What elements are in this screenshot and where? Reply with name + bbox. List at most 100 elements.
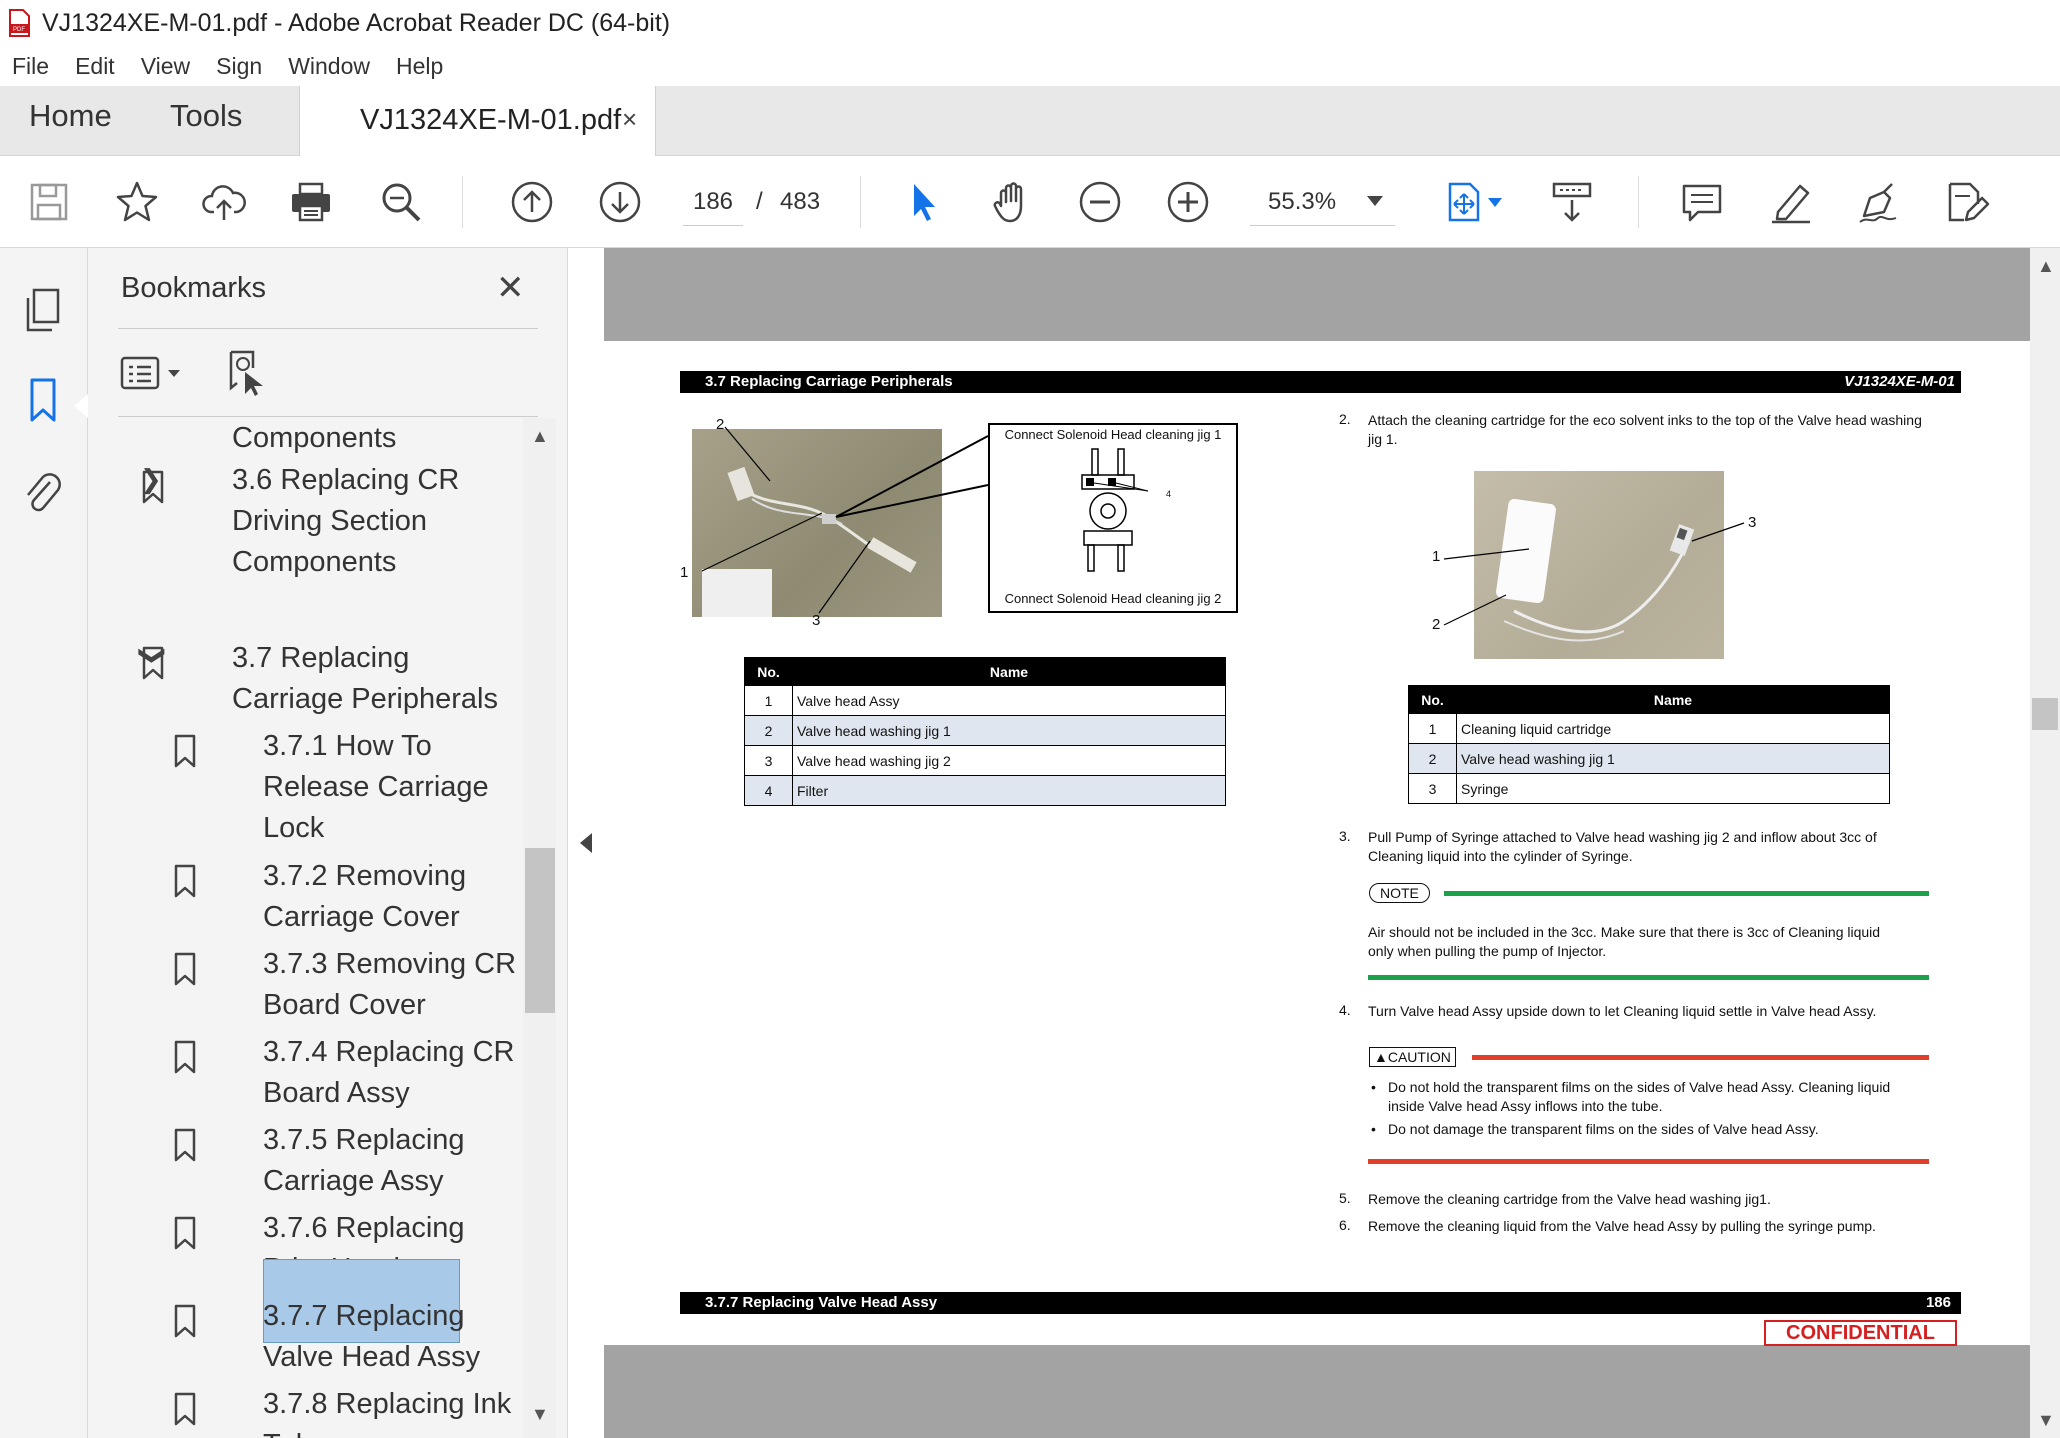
- tab-tools[interactable]: Tools: [170, 98, 242, 134]
- footer-section-title: 3.7.7 Replacing Valve Head Assy: [705, 1294, 938, 1311]
- scrollbar-thumb[interactable]: [525, 848, 555, 1013]
- highlight-icon[interactable]: [1766, 178, 1814, 226]
- scrollbar-thumb[interactable]: [2032, 698, 2058, 730]
- figure2-label-2: 2: [1432, 616, 1441, 633]
- sign-icon[interactable]: [1854, 178, 1902, 226]
- text-line: inside Valve head Assy inflows into the …: [1388, 1098, 1663, 1114]
- scroll-up-icon[interactable]: ▲: [531, 426, 549, 447]
- page-up-icon[interactable]: [508, 178, 556, 226]
- bookmark-ribbon-icon: [142, 646, 164, 680]
- scroll-mode-icon[interactable]: [1548, 178, 1596, 226]
- page-number-input[interactable]: 186: [683, 178, 743, 226]
- close-tab-icon[interactable]: ×: [622, 104, 637, 135]
- bookmark-label: Carriage Peripherals: [232, 683, 498, 715]
- print-icon[interactable]: [287, 178, 335, 226]
- note-divider-bottom: [1368, 975, 1929, 980]
- menu-file[interactable]: File: [12, 53, 49, 80]
- bookmark-item-3-7-5[interactable]: 3.7.5 Replacing Carriage Assy: [263, 1120, 465, 1202]
- bookmark-label: 3.7.1 How To: [263, 730, 432, 762]
- scroll-down-icon[interactable]: ▼: [2037, 1410, 2055, 1431]
- bookmark-item-3-7-1[interactable]: 3.7.1 How To Release Carriage Lock: [263, 726, 489, 849]
- new-bookmark-icon[interactable]: [223, 348, 269, 398]
- solenoid-head-diagram: [1081, 448, 1149, 572]
- bookmark-label: Components: [232, 546, 397, 578]
- bookmark-label: Carriage Assy: [263, 1165, 444, 1197]
- text-line: jig 1.: [1368, 431, 1398, 447]
- bookmark-item-3-7-4[interactable]: 3.7.4 Replacing CR Board Assy: [263, 1032, 514, 1114]
- note-tag: NOTE: [1369, 883, 1430, 903]
- tab-bar: Home Tools VJ1324XE-M-01.pdf ×: [0, 86, 2060, 157]
- title-bar: PDF VJ1324XE-M-01.pdf - Adobe Acrobat Re…: [0, 0, 2060, 46]
- chevron-down-icon[interactable]: [1488, 198, 1502, 207]
- column-header: No.: [1408, 685, 1457, 714]
- callout-bottom-text: Connect Solenoid Head cleaning jig 2: [1004, 591, 1222, 606]
- figure1-label-1: 1: [680, 564, 689, 581]
- callout-lines: [1443, 522, 1745, 626]
- document-view[interactable]: 3.7 Replacing Carriage Peripherals VJ132…: [604, 248, 2030, 1438]
- tab-home[interactable]: Home: [29, 98, 112, 134]
- select-cursor-icon[interactable]: [900, 178, 948, 226]
- zoom-dropdown[interactable]: 55.3%: [1250, 178, 1395, 226]
- text-line: Cleaning liquid into the cylinder of Syr…: [1368, 848, 1633, 864]
- text-line: Attach the cleaning cartridge for the ec…: [1368, 412, 1922, 428]
- bookmark-item-3-7-2[interactable]: 3.7.2 Removing Carriage Cover: [263, 856, 466, 938]
- bookmark-item-3-7[interactable]: 3.7 Replacing Carriage Peripherals: [232, 638, 498, 720]
- bookmark-item-3-6[interactable]: 3.6 Replacing CR Driving Section Compone…: [232, 460, 459, 583]
- pages-thumbnails-icon[interactable]: [20, 286, 66, 336]
- table-cell: Valve head washing jig 1: [792, 715, 1226, 746]
- bookmark-item[interactable]: Components: [232, 418, 396, 459]
- menu-window[interactable]: Window: [288, 53, 370, 80]
- figure2-label-3: 3: [1748, 514, 1757, 531]
- caution-label: CAUTION: [1387, 1049, 1451, 1065]
- bookmark-item-3-7-8[interactable]: 3.7.8 Replacing Ink Tube: [263, 1384, 511, 1438]
- menu-view[interactable]: View: [141, 53, 190, 80]
- scroll-up-icon[interactable]: ▲: [2037, 256, 2055, 277]
- footer-page-number: 186: [1925, 1294, 1951, 1311]
- tab-document[interactable]: VJ1324XE-M-01.pdf ×: [299, 86, 656, 157]
- page-footer: 3.7.7 Replacing Valve Head Assy 186: [680, 1292, 1961, 1314]
- zoom-out-icon[interactable]: [1076, 178, 1124, 226]
- hand-icon[interactable]: [988, 178, 1036, 226]
- confidential-stamp: CONFIDENTIAL: [1764, 1320, 1957, 1346]
- edit-icon[interactable]: [1942, 178, 1990, 226]
- menu-help[interactable]: Help: [396, 53, 443, 80]
- bookmark-label: 3.7.5 Replacing: [263, 1124, 465, 1156]
- document-scrollbar[interactable]: ▲ ▼: [2030, 248, 2060, 1438]
- bookmark-ribbon-icon: [174, 952, 196, 986]
- bookmark-label: Components: [232, 422, 397, 454]
- table-cell: Cleaning liquid cartridge: [1456, 713, 1890, 744]
- column-header: Name: [792, 657, 1226, 686]
- bookmarks-scrollbar[interactable]: ▲ ▼: [523, 418, 556, 1438]
- bookmark-item-3-7-3[interactable]: 3.7.3 Removing CR Board Cover: [263, 944, 516, 1026]
- close-panel-icon[interactable]: ✕: [496, 268, 525, 308]
- zoom-in-icon[interactable]: [1164, 178, 1212, 226]
- caution-divider-top: [1472, 1055, 1929, 1060]
- menu-edit[interactable]: Edit: [75, 53, 115, 80]
- scroll-down-icon[interactable]: ▼: [531, 1404, 549, 1425]
- step-number: 3.: [1339, 828, 1351, 844]
- text-line: Pull Pump of Syringe attached to Valve h…: [1368, 829, 1877, 845]
- search-zoom-icon[interactable]: [377, 178, 425, 226]
- fit-page-icon[interactable]: [1440, 178, 1488, 226]
- bookmark-ribbon-icon: [174, 1128, 196, 1162]
- upload-icon[interactable]: [200, 178, 248, 226]
- menu-sign[interactable]: Sign: [216, 53, 262, 80]
- page-total: 483: [780, 188, 821, 215]
- step-5-text: Remove the cleaning cartridge from the V…: [1368, 1191, 1771, 1207]
- page-down-icon[interactable]: [596, 178, 644, 226]
- bookmark-label: 3.7.6 Replacing: [263, 1212, 465, 1244]
- star-icon[interactable]: [113, 178, 161, 226]
- table-row: 1 Valve head Assy: [744, 685, 1226, 716]
- attachments-icon[interactable]: [20, 470, 66, 520]
- save-icon[interactable]: [25, 178, 73, 226]
- bookmark-item-3-7-7[interactable]: 3.7.7 Replacing Valve Head Assy: [263, 1296, 480, 1378]
- collapse-left-icon[interactable]: [580, 833, 592, 853]
- note-divider-top: [1444, 891, 1929, 896]
- comment-icon[interactable]: [1678, 178, 1726, 226]
- step-number: 6.: [1339, 1217, 1351, 1233]
- bookmark-options-icon[interactable]: [120, 352, 184, 396]
- pdf-file-icon: PDF: [9, 9, 30, 37]
- step-2-text: Attach the cleaning cartridge for the ec…: [1368, 411, 1968, 449]
- bookmarks-icon[interactable]: [20, 376, 66, 426]
- panel-collapse-handle[interactable]: [568, 248, 604, 1438]
